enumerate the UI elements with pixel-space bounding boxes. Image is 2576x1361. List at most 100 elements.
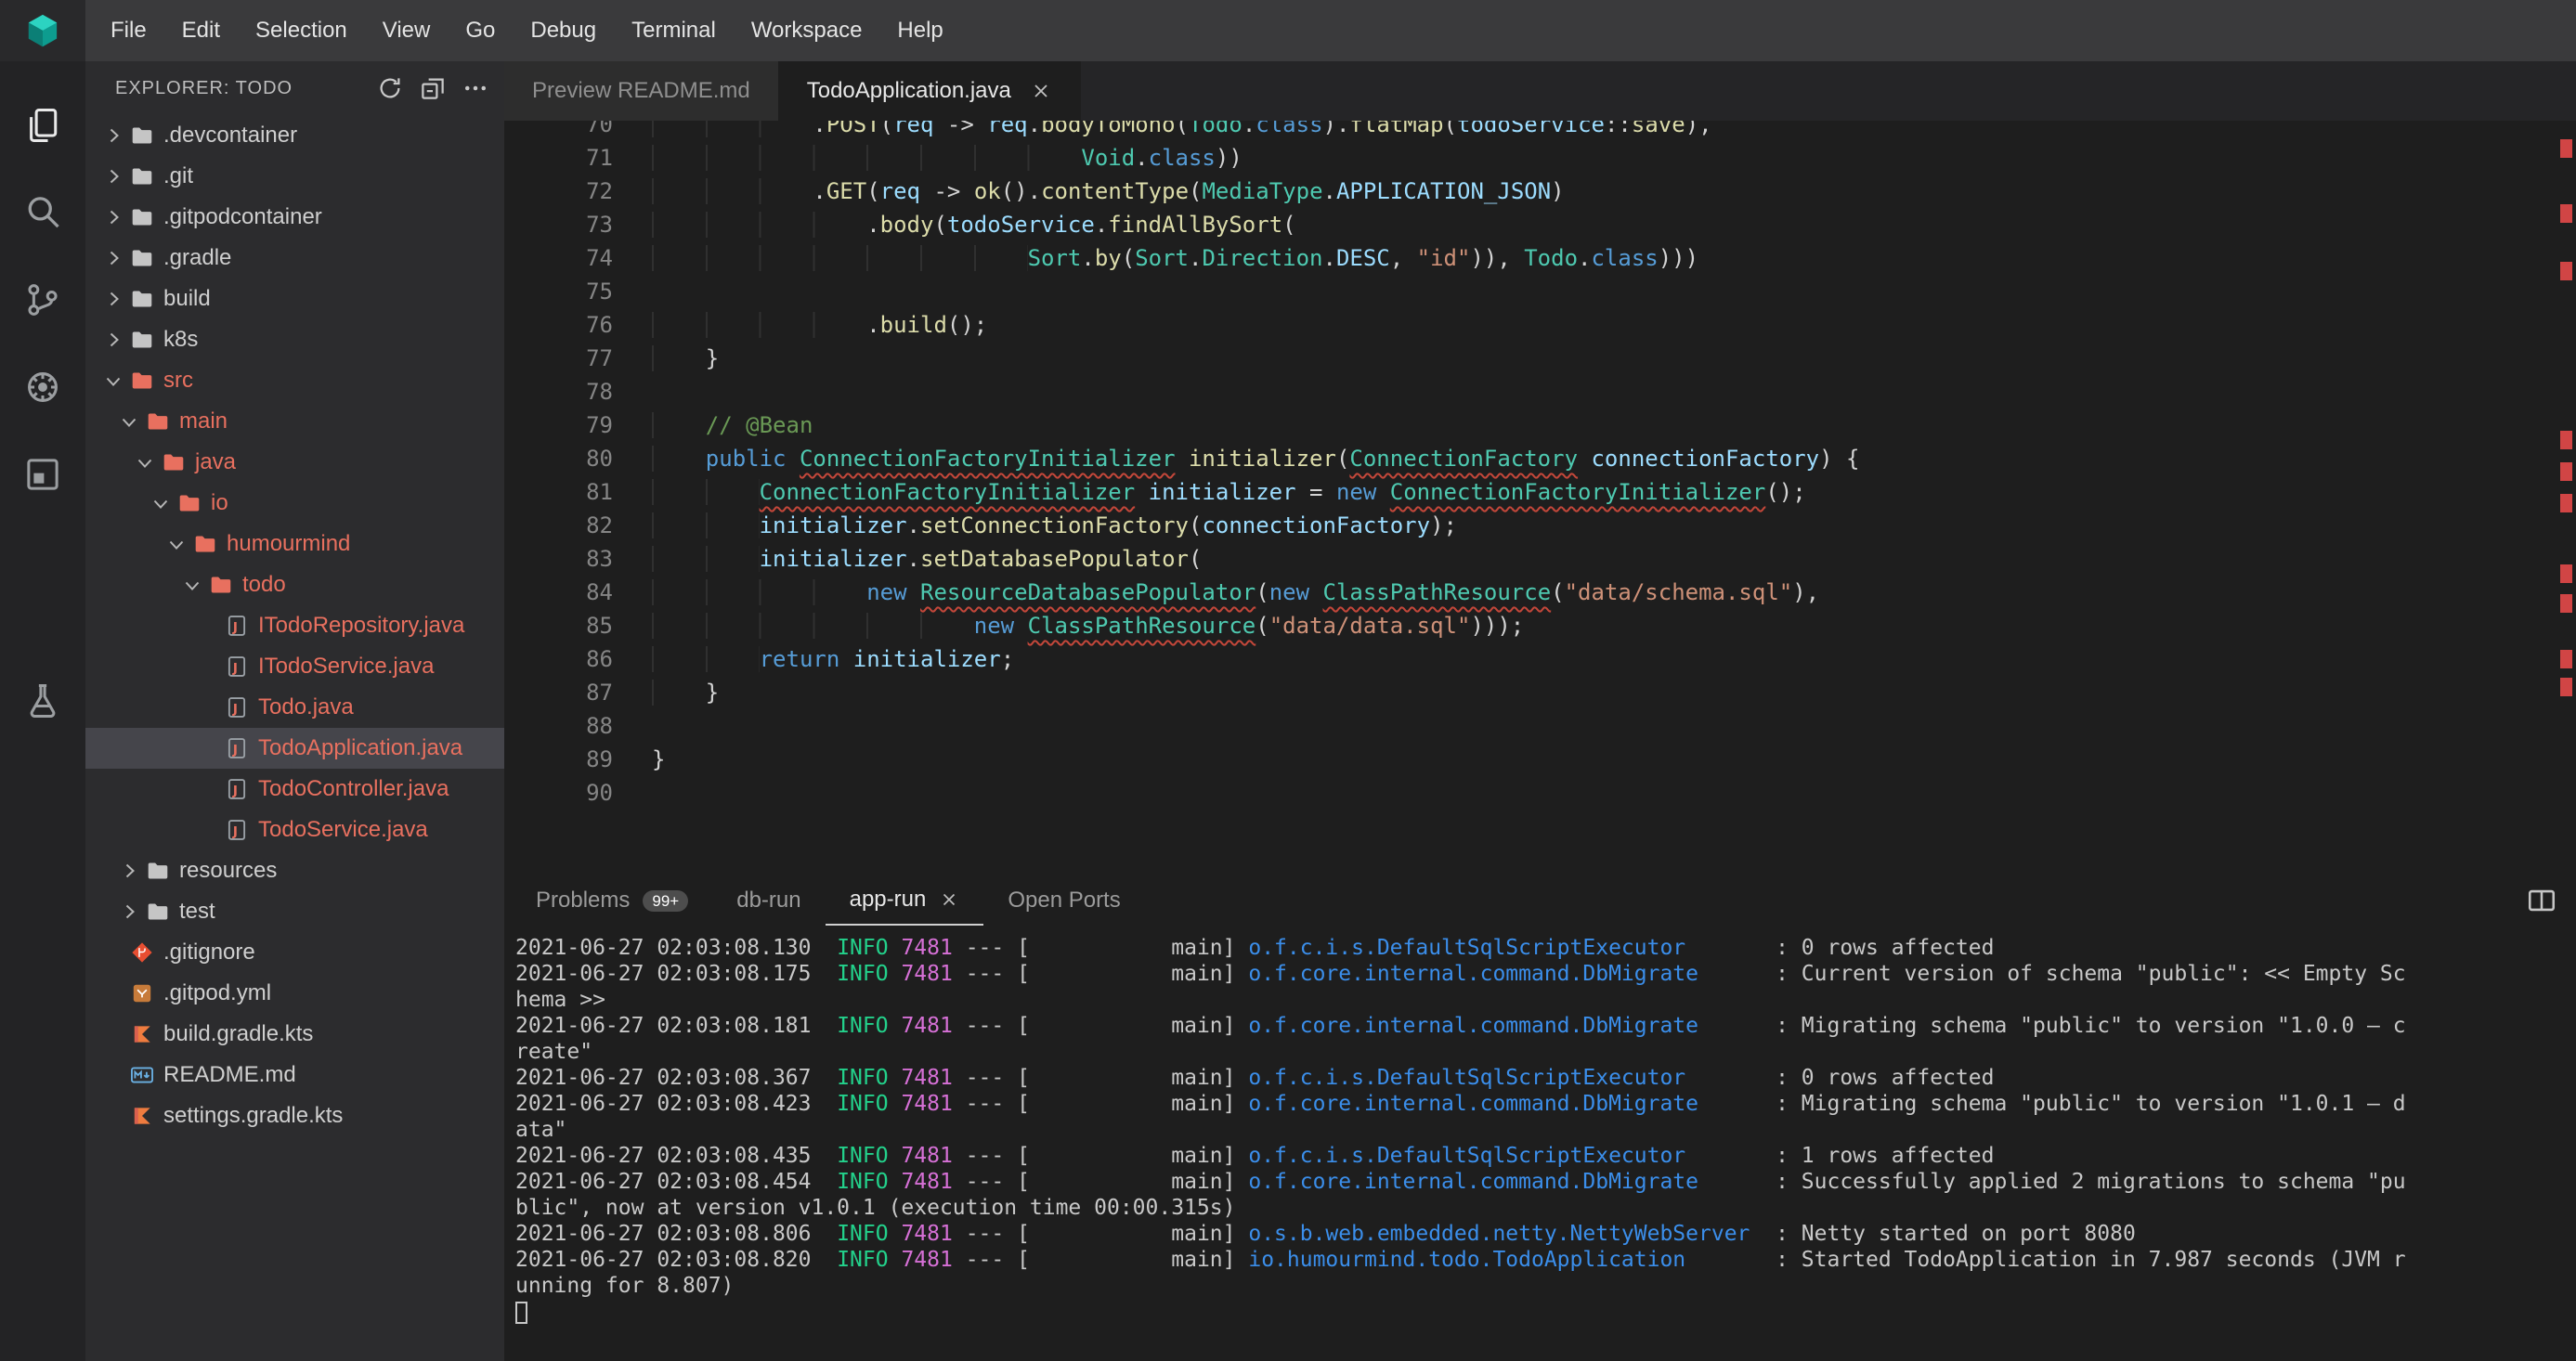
- problems-count-badge: 99+: [643, 890, 688, 912]
- panel-tab-app-run[interactable]: app-run: [826, 875, 984, 926]
- line-number: 73: [504, 208, 613, 241]
- tree-item-build.gradle.kts[interactable]: build.gradle.kts: [85, 1014, 504, 1055]
- menu-item-help[interactable]: Help: [879, 0, 960, 61]
- chevron-down-icon: [181, 573, 209, 597]
- tree-item-TodoApplication.java[interactable]: J TodoApplication.java: [85, 728, 504, 769]
- tree-item-io[interactable]: io: [85, 483, 504, 524]
- split-panel-icon[interactable]: [2526, 885, 2557, 916]
- tree-item-.gitpod.yml[interactable]: .gitpod.yml: [85, 973, 504, 1014]
- tree-item-.gitpodcontainer[interactable]: .gitpodcontainer: [85, 197, 504, 238]
- code-line[interactable]: 75: [504, 275, 2576, 308]
- tree-item-settings.gradle.kts[interactable]: settings.gradle.kts: [85, 1095, 504, 1136]
- terminal-output[interactable]: 2021-06-27 02:03:08.130 INFO 7481 --- [ …: [504, 926, 2576, 1325]
- line-number: 85: [504, 609, 613, 642]
- tab-todoapplication-java[interactable]: TodoApplication.java: [779, 61, 1081, 121]
- tree-item-k8s[interactable]: k8s: [85, 319, 504, 360]
- explorer-icon[interactable]: [0, 82, 85, 169]
- panel-tab-db-run[interactable]: db-run: [712, 875, 825, 926]
- chevron-spacer: [102, 1104, 130, 1128]
- tree-item-label: io: [209, 490, 228, 516]
- panel-tab-problems[interactable]: Problems99+: [512, 875, 712, 926]
- close-tab-icon[interactable]: [1030, 80, 1052, 102]
- code-line[interactable]: 70 .POST(req -> req.bodyToMono(Todo.clas…: [504, 121, 2576, 141]
- tree-item-.devcontainer[interactable]: .devcontainer: [85, 115, 504, 156]
- code-line[interactable]: 88: [504, 709, 2576, 743]
- source-control-icon[interactable]: [0, 256, 85, 343]
- tree-item-main[interactable]: main: [85, 401, 504, 442]
- tree-item-java[interactable]: java: [85, 442, 504, 483]
- plugins-icon[interactable]: [0, 431, 85, 518]
- code-line[interactable]: 76 .build();: [504, 308, 2576, 342]
- tree-item-.gradle[interactable]: .gradle: [85, 238, 504, 279]
- code-line[interactable]: 82 initializer.setConnectionFactory(conn…: [504, 509, 2576, 542]
- tree-item-README.md[interactable]: README.md: [85, 1055, 504, 1095]
- tab-label: TodoApplication.java: [807, 78, 1011, 104]
- svg-text:J: J: [232, 743, 238, 758]
- refresh-icon[interactable]: [376, 74, 404, 102]
- error-mark: [2560, 678, 2572, 696]
- tree-item-TodoService.java[interactable]: JTodoService.java: [85, 810, 504, 850]
- code-line[interactable]: 81 ConnectionFactoryInitializer initiali…: [504, 475, 2576, 509]
- menu-item-selection[interactable]: Selection: [238, 0, 365, 61]
- code-line[interactable]: 80 public ConnectionFactoryInitializer i…: [504, 442, 2576, 475]
- line-number: 88: [504, 709, 613, 743]
- search-icon[interactable]: [0, 169, 85, 256]
- code-line[interactable]: 78: [504, 375, 2576, 408]
- svg-text:J: J: [232, 824, 238, 839]
- tree-item-humourmind[interactable]: humourmind: [85, 524, 504, 564]
- code-line[interactable]: 77 }: [504, 342, 2576, 375]
- code-line[interactable]: 87 }: [504, 676, 2576, 709]
- menu-item-view[interactable]: View: [365, 0, 449, 61]
- editor[interactable]: 70 .POST(req -> req.bodyToMono(Todo.clas…: [504, 121, 2576, 875]
- tree-item-build[interactable]: build: [85, 279, 504, 319]
- code-line[interactable]: 79 // @Bean: [504, 408, 2576, 442]
- menu-item-go[interactable]: Go: [448, 0, 513, 61]
- folder-icon: [146, 900, 177, 924]
- folder-icon: [209, 573, 241, 597]
- panel-tab-open-ports[interactable]: Open Ports: [983, 875, 1144, 926]
- code-line[interactable]: 86 return initializer;: [504, 642, 2576, 676]
- folder-icon: [130, 287, 162, 311]
- tree-item-.git[interactable]: .git: [85, 156, 504, 197]
- tree-item-test[interactable]: test: [85, 891, 504, 932]
- terminal-line: hema >>: [515, 987, 2576, 1013]
- tree-item-todo[interactable]: todo: [85, 564, 504, 605]
- code-line[interactable]: 84 new ResourceDatabasePopulator(new Cla…: [504, 576, 2576, 609]
- menu-item-file[interactable]: File: [93, 0, 164, 61]
- code-line[interactable]: 72 .GET(req -> ok().contentType(MediaTyp…: [504, 175, 2576, 208]
- tree-item-label: k8s: [162, 327, 198, 353]
- code-line[interactable]: 90: [504, 776, 2576, 810]
- collapse-all-icon[interactable]: [419, 74, 447, 102]
- tree-item-resources[interactable]: resources: [85, 850, 504, 891]
- app-logo[interactable]: [0, 0, 85, 61]
- more-icon[interactable]: [462, 74, 489, 102]
- folder-icon: [130, 205, 162, 229]
- tree-item-TodoController.java[interactable]: JTodoController.java: [85, 769, 504, 810]
- tree-item-.gitignore[interactable]: .gitignore: [85, 932, 504, 973]
- menu-item-edit[interactable]: Edit: [164, 0, 238, 61]
- menu-item-debug[interactable]: Debug: [513, 0, 614, 61]
- line-number: 79: [504, 408, 613, 442]
- tree-item-ITodoService.java[interactable]: JITodoService.java: [85, 646, 504, 687]
- test-icon[interactable]: [0, 657, 85, 745]
- tab-preview-readme-md[interactable]: Preview README.md: [504, 61, 779, 121]
- tree-item-Todo.java[interactable]: JTodo.java: [85, 687, 504, 728]
- code-line[interactable]: 85 new ClassPathResource("data/data.sql"…: [504, 609, 2576, 642]
- tree-item-src[interactable]: src: [85, 360, 504, 401]
- theia-cube-icon: [22, 10, 63, 51]
- tree-item-label: README.md: [162, 1062, 296, 1088]
- menu-item-terminal[interactable]: Terminal: [614, 0, 734, 61]
- code-line[interactable]: 89}: [504, 743, 2576, 776]
- code-line[interactable]: 74 Sort.by(Sort.Direction.DESC, "id")), …: [504, 241, 2576, 275]
- tree-item-label: TodoApplication.java: [256, 735, 462, 761]
- tree-item-label: build: [162, 286, 211, 312]
- tree-item-ITodoRepository.java[interactable]: JITodoRepository.java: [85, 605, 504, 646]
- code-line[interactable]: 71 Void.class)): [504, 141, 2576, 175]
- menu-item-workspace[interactable]: Workspace: [734, 0, 880, 61]
- debug-icon[interactable]: [0, 343, 85, 431]
- chevron-down-icon: [165, 532, 193, 556]
- explorer-header: EXPLORER: TODO: [85, 61, 504, 115]
- code-line[interactable]: 73 .body(todoService.findAllBySort(: [504, 208, 2576, 241]
- close-tab-icon[interactable]: [939, 889, 959, 910]
- code-line[interactable]: 83 initializer.setDatabasePopulator(: [504, 542, 2576, 576]
